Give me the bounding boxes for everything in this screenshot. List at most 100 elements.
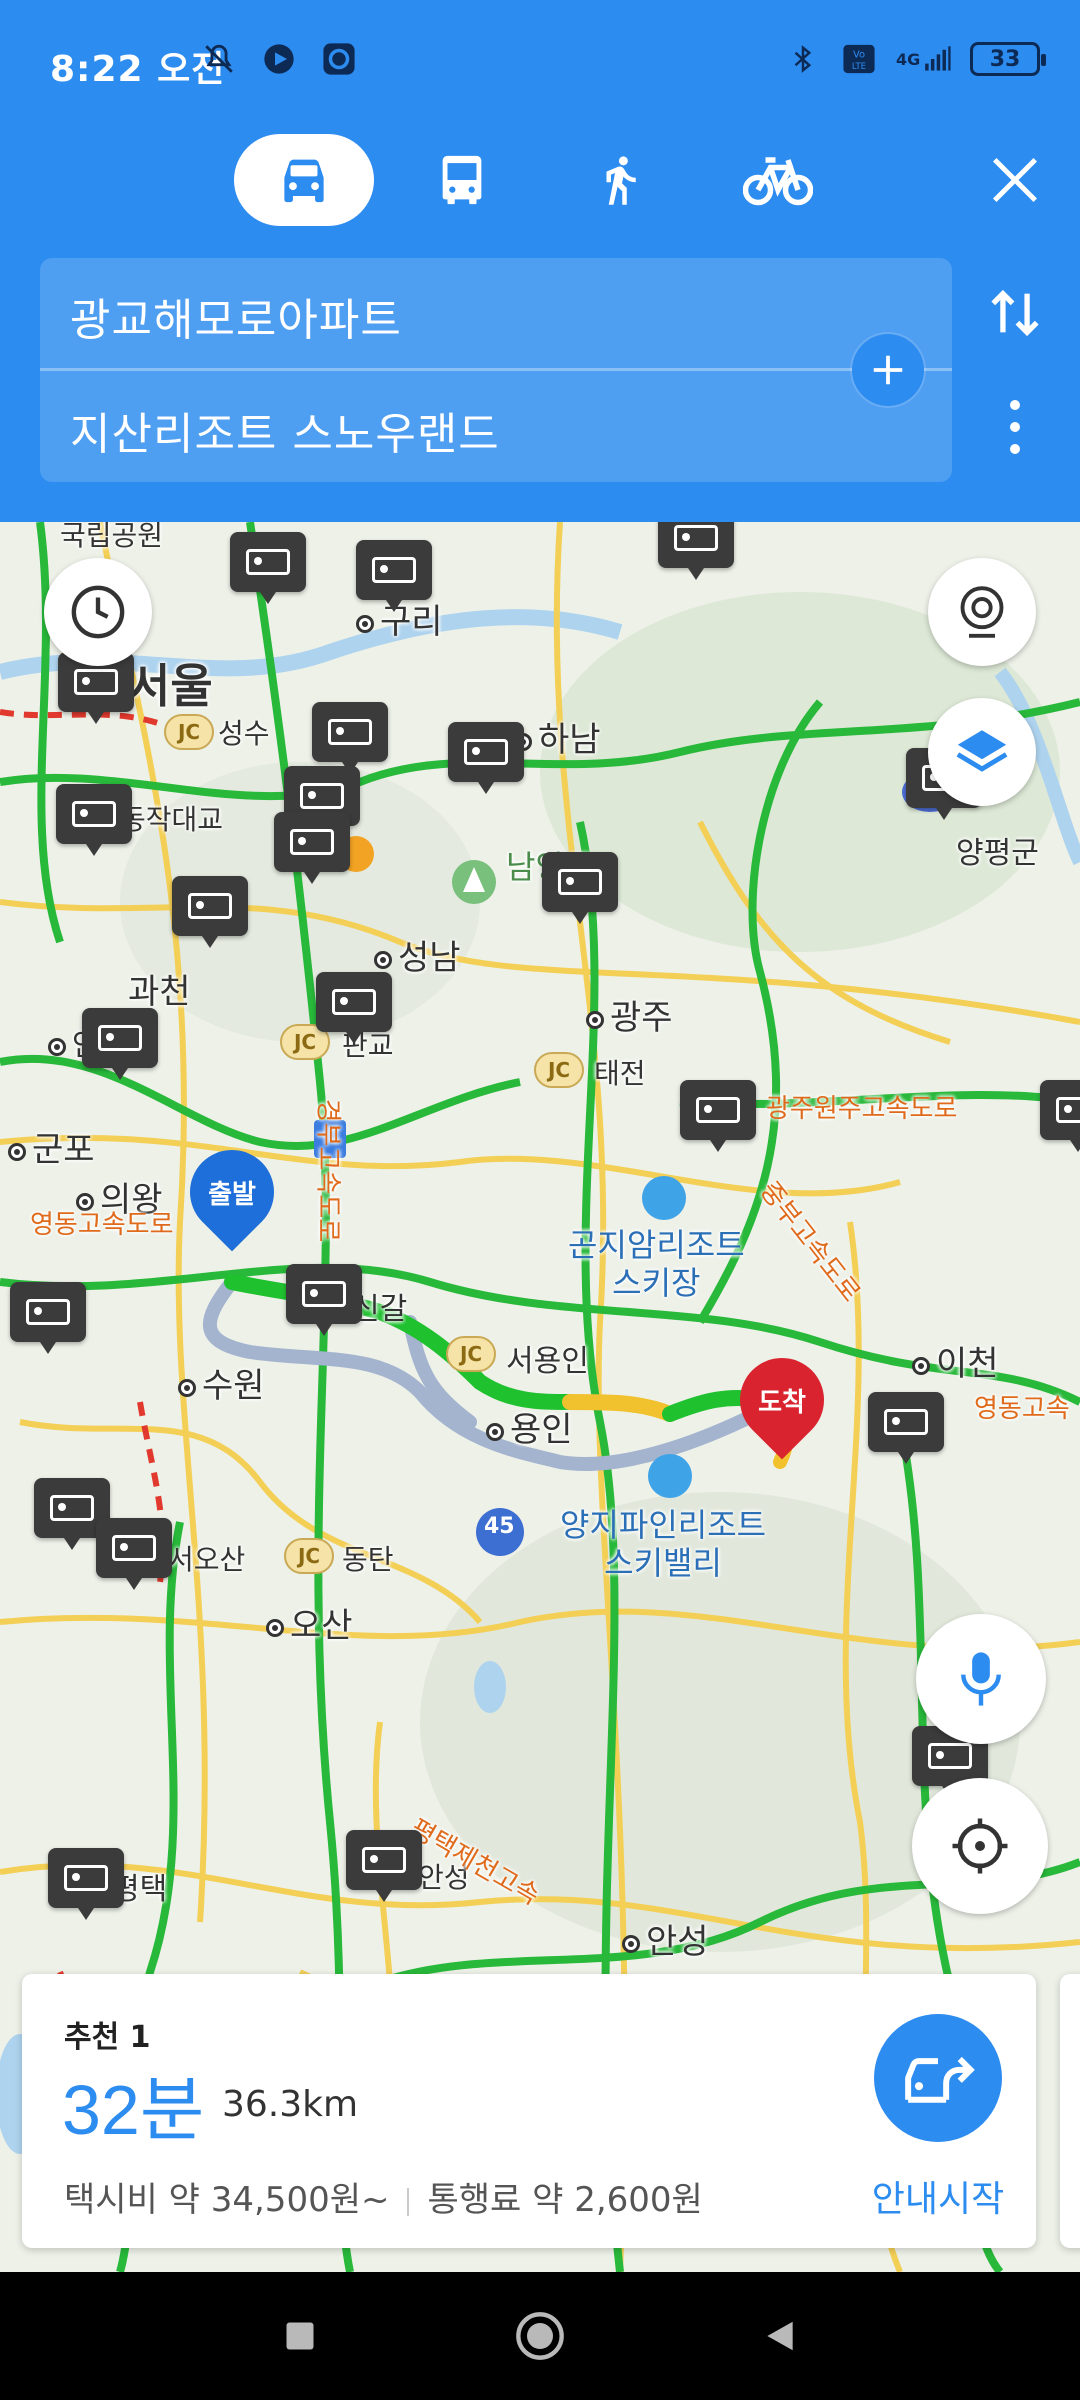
map-label-yangji: 양지파인리조트 스키밸리	[560, 1506, 767, 1582]
route-summary-card[interactable]: 추천 1 32분 36.3km 택시비 약 34,500원~ 통행료 약 2,60…	[22, 1974, 1036, 2248]
route-header: 8:22 오전 Vo LTE 4G 33 광교해모로아파트 지산리조트 스노우랜…	[0, 0, 1080, 522]
more-options-button[interactable]	[995, 392, 1035, 462]
route-input-box: 광교해모로아파트 지산리조트 스노우랜드	[40, 258, 952, 482]
jc-marker: JC	[446, 1336, 496, 1372]
bus-icon	[442, 155, 482, 205]
voice-search-button[interactable]	[916, 1614, 1046, 1744]
taxi-fare: 택시비 약 34,500원~	[64, 2180, 390, 2220]
traffic-camera-icon[interactable]	[48, 1848, 124, 1920]
map-label-gunpo: 군포	[8, 1122, 95, 1171]
map-label-hanam: 하남	[514, 712, 601, 761]
jc-marker: JC	[164, 714, 214, 750]
volte-icon: Vo LTE	[840, 40, 878, 78]
cctv-toggle-button[interactable]	[928, 558, 1036, 666]
map-label-taejeon: 태전	[594, 1057, 646, 1090]
map-label-konjiam: 곤지암리조트 스키장	[568, 1226, 745, 1302]
back-button[interactable]	[750, 2306, 810, 2366]
traffic-camera-icon[interactable]	[658, 522, 734, 580]
route-fare-info: 택시비 약 34,500원~ 통행료 약 2,600원	[64, 2172, 703, 2221]
map-label-road-yeongdong: 영동고속도로	[30, 1210, 174, 1240]
map-label-yongin: 용인	[486, 1402, 573, 1451]
plus-icon	[873, 355, 903, 385]
traffic-camera-icon[interactable]	[316, 972, 392, 1044]
traffic-camera-icon[interactable]	[448, 722, 524, 794]
jc-marker: JC	[534, 1052, 584, 1088]
map-label-yangpyeong: 양평군	[956, 836, 1039, 871]
current-location-button[interactable]	[912, 1778, 1048, 1914]
map-label-road-gwangju-wonju: 광주원주고속도로	[766, 1094, 958, 1124]
next-route-card-peek[interactable]	[1060, 1974, 1080, 2248]
map-label-dongjak: 동작대교	[120, 803, 224, 836]
highway-shield: 45	[484, 1514, 515, 1539]
route-duration: 32분	[62, 2071, 205, 2149]
status-left-icons	[200, 40, 358, 78]
traffic-camera-icon[interactable]	[346, 1830, 422, 1902]
map-label-seoul: 서울	[128, 659, 213, 713]
more-icon	[1010, 400, 1020, 410]
traffic-camera-icon[interactable]	[868, 1392, 944, 1464]
layers-icon	[956, 730, 1008, 772]
tab-bus[interactable]	[392, 134, 532, 226]
history-button[interactable]	[44, 558, 152, 666]
cctv-icon	[960, 586, 1004, 638]
layers-button[interactable]	[928, 698, 1036, 806]
app-icon	[320, 40, 358, 78]
tab-walk[interactable]	[550, 134, 690, 226]
end-marker[interactable]: 도착	[722, 1340, 842, 1468]
toll-fee: 통행료 약 2,600원	[427, 2180, 703, 2220]
traffic-camera-icon[interactable]	[56, 784, 132, 856]
map-label-road-gyeongbu: 경부고속도로	[312, 1098, 343, 1243]
map-label-dongtan: 동탄	[342, 1543, 394, 1576]
tab-bike[interactable]	[708, 134, 848, 226]
traffic-camera-icon[interactable]	[82, 1008, 158, 1080]
start-marker[interactable]: 출발	[172, 1132, 292, 1260]
route-distance: 36.3km	[222, 2084, 359, 2125]
add-waypoint-button[interactable]	[852, 334, 924, 406]
swap-icon	[991, 289, 1039, 337]
map-label-suwon: 수원	[178, 1358, 265, 1407]
origin-field[interactable]: 광교해모로아파트	[70, 284, 402, 348]
traffic-camera-icon[interactable]	[172, 876, 248, 948]
traffic-camera-icon[interactable]	[274, 812, 350, 884]
microphone-icon	[961, 1652, 1001, 1706]
map-label-icheon: 이천	[912, 1336, 999, 1385]
home-button[interactable]	[510, 2306, 570, 2366]
traffic-camera-icon[interactable]	[1040, 1080, 1080, 1152]
swap-route-button[interactable]	[985, 278, 1045, 348]
transport-mode-tabs	[234, 134, 848, 226]
traffic-camera-icon[interactable]	[96, 1518, 172, 1590]
traffic-camera-icon[interactable]	[542, 852, 618, 924]
bluetooth-icon	[784, 40, 822, 78]
map-label-anseong: 안성	[622, 1914, 709, 1963]
traffic-camera-icon[interactable]	[286, 1264, 362, 1336]
navigate-car-icon	[905, 2056, 975, 2103]
map-label-seosan: 서오산	[168, 1543, 246, 1576]
back-triangle-icon	[767, 2321, 793, 2351]
signal-icon: 4G	[896, 40, 952, 78]
start-navigation-label[interactable]: 안내시작	[848, 2170, 1028, 2222]
tab-car[interactable]	[234, 134, 374, 226]
map-label-gwacheon: 과천	[128, 972, 191, 1012]
bike-icon	[743, 157, 813, 206]
close-button[interactable]	[985, 150, 1045, 210]
map-label-road-yeongdong-right: 영동고속	[974, 1394, 1070, 1424]
status-right-icons: Vo LTE 4G 33	[784, 40, 1046, 78]
traffic-camera-icon[interactable]	[356, 540, 432, 612]
map-label-osan: 오산	[266, 1598, 353, 1647]
traffic-camera-icon[interactable]	[680, 1080, 756, 1152]
map-label-seongsu: 성수	[218, 717, 270, 750]
start-navigation-button[interactable]	[874, 2014, 1002, 2142]
walk-icon	[606, 156, 636, 205]
square-icon	[286, 2322, 314, 2350]
traffic-camera-icon[interactable]	[230, 532, 306, 604]
traffic-camera-icon[interactable]	[10, 1282, 86, 1354]
recents-button[interactable]	[270, 2306, 330, 2366]
battery-icon: 33	[970, 42, 1046, 76]
play-icon	[260, 40, 298, 78]
close-icon	[992, 157, 1038, 203]
svg-text:LTE: LTE	[852, 62, 866, 72]
route-divider	[40, 368, 952, 371]
traffic-camera-icon[interactable]	[312, 702, 388, 774]
destination-field[interactable]: 지산리조트 스노우랜드	[70, 398, 500, 462]
route-rank: 추천 1	[64, 2020, 151, 2055]
